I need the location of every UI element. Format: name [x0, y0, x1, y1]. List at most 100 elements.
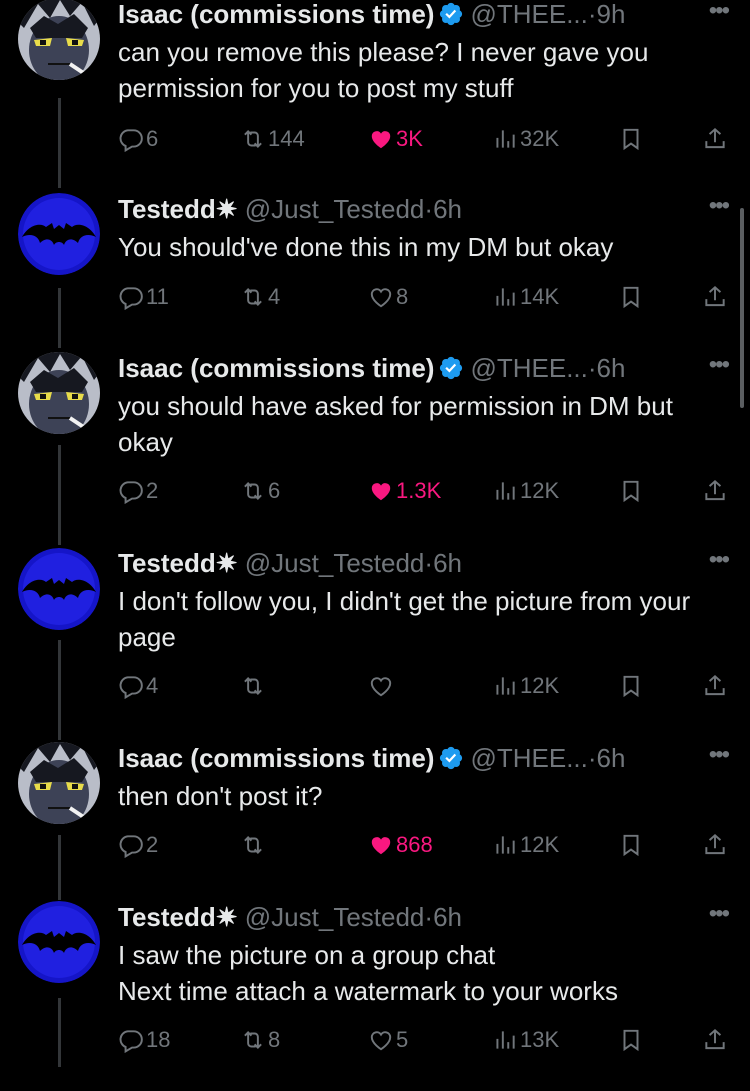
- tweet-actions: 11 4 8 14K: [118, 280, 728, 314]
- views-button[interactable]: 12K: [492, 828, 559, 862]
- share-button[interactable]: [702, 669, 730, 703]
- heart-filled-icon: [368, 126, 396, 152]
- share-button[interactable]: [702, 122, 730, 156]
- author-handle[interactable]: @Just_Testedd: [245, 902, 425, 932]
- like-count: 3K: [396, 126, 423, 151]
- tweet[interactable]: Testedd✷ @Just_Testedd·6h ••• I don't foll…: [0, 547, 750, 737]
- tweet[interactable]: Isaac (commissions time) @THEE...·6h ••• yo…: [0, 352, 750, 542]
- retweet-count: 6: [268, 478, 281, 503]
- avatar[interactable]: [18, 548, 100, 630]
- reply-count: 2: [146, 478, 159, 503]
- views-button[interactable]: 12K: [492, 474, 559, 508]
- reply-count: 11: [146, 284, 169, 309]
- reply-count: 6: [146, 126, 159, 151]
- avatar[interactable]: [18, 901, 100, 983]
- tweet-text: can you remove this please? I never gave…: [118, 37, 649, 103]
- reply-button[interactable]: 2: [118, 828, 158, 862]
- retweet-button[interactable]: [240, 669, 268, 703]
- retweet-icon: [240, 832, 268, 858]
- scrollbar[interactable]: [740, 208, 744, 408]
- share-button[interactable]: [702, 280, 730, 314]
- bookmark-icon: [618, 478, 646, 504]
- author-name[interactable]: Isaac (commissions time): [118, 0, 434, 29]
- timestamp[interactable]: 6h: [433, 548, 462, 578]
- heart-filled-icon: [368, 478, 396, 504]
- more-options-icon[interactable]: •••: [709, 0, 730, 24]
- views-button[interactable]: 12K: [492, 669, 559, 703]
- tweet-actions: 4 12K: [118, 669, 728, 703]
- author-handle[interactable]: @THEE...: [470, 0, 587, 29]
- bookmark-button[interactable]: [618, 122, 646, 156]
- author-handle[interactable]: @Just_Testedd: [245, 194, 425, 224]
- avatar[interactable]: [18, 352, 100, 434]
- timestamp[interactable]: 6h: [597, 353, 626, 383]
- tweet-actions: 2 6 1.3K 12K: [118, 474, 728, 508]
- reply-button[interactable]: 11: [118, 280, 169, 314]
- author-handle[interactable]: @THEE...: [470, 743, 587, 773]
- author-handle[interactable]: @THEE...: [470, 353, 587, 383]
- author-name[interactable]: Testedd✷: [118, 194, 238, 224]
- share-button[interactable]: [702, 828, 730, 862]
- author-name[interactable]: Testedd✷: [118, 548, 238, 578]
- retweet-icon: [240, 1027, 268, 1053]
- reply-icon: [118, 284, 146, 310]
- like-button[interactable]: [368, 669, 396, 703]
- bookmark-button[interactable]: [618, 1023, 646, 1057]
- views-count: 12K: [520, 673, 560, 698]
- views-icon: [492, 832, 520, 858]
- share-icon: [702, 126, 730, 152]
- tweet-header: Testedd✷ @Just_Testedd·6h: [118, 193, 462, 225]
- timestamp[interactable]: 6h: [433, 902, 462, 932]
- separator-dot: ·: [424, 902, 434, 932]
- bookmark-button[interactable]: [618, 474, 646, 508]
- avatar[interactable]: [18, 742, 100, 824]
- timestamp[interactable]: 9h: [597, 0, 626, 29]
- author-name[interactable]: Isaac (commissions time): [118, 353, 434, 383]
- more-options-icon[interactable]: •••: [709, 742, 730, 768]
- share-button[interactable]: [702, 1023, 730, 1057]
- more-options-icon[interactable]: •••: [709, 901, 730, 927]
- author-name[interactable]: Isaac (commissions time): [118, 743, 434, 773]
- reply-count: 18: [146, 1027, 171, 1052]
- views-button[interactable]: 14K: [492, 280, 559, 314]
- bookmark-button[interactable]: [618, 669, 646, 703]
- tweet-header: Isaac (commissions time) @THEE...·6h: [118, 742, 625, 774]
- reply-button[interactable]: 2: [118, 474, 158, 508]
- views-button[interactable]: 32K: [492, 122, 559, 156]
- views-button[interactable]: 13K: [492, 1023, 559, 1057]
- more-options-icon[interactable]: •••: [709, 193, 730, 219]
- bookmark-icon: [618, 126, 646, 152]
- tweet-header: Isaac (commissions time) @THEE...·9h: [118, 0, 625, 30]
- reply-button[interactable]: 6: [118, 122, 158, 156]
- tweet[interactable]: Testedd✷ @Just_Testedd·6h ••• I saw the pi…: [0, 901, 750, 1091]
- separator-dot: ·: [587, 0, 597, 29]
- like-button[interactable]: 1.3K: [368, 474, 441, 508]
- more-options-icon[interactable]: •••: [709, 547, 730, 573]
- retweet-button[interactable]: [240, 828, 268, 862]
- avatar[interactable]: [18, 0, 100, 80]
- tweet[interactable]: Isaac (commissions time) @THEE...·9h ••• ca…: [0, 0, 750, 188]
- reply-button[interactable]: 18: [118, 1023, 170, 1057]
- bookmark-button[interactable]: [618, 828, 646, 862]
- reply-button[interactable]: 4: [118, 669, 158, 703]
- views-count: 12K: [520, 832, 560, 857]
- more-options-icon[interactable]: •••: [709, 352, 730, 378]
- like-button[interactable]: 8: [368, 280, 408, 314]
- retweet-button[interactable]: 8: [240, 1023, 280, 1057]
- author-name[interactable]: Testedd✷: [118, 902, 238, 932]
- author-handle[interactable]: @Just_Testedd: [245, 548, 425, 578]
- retweet-button[interactable]: 6: [240, 474, 280, 508]
- like-button[interactable]: 868: [368, 828, 433, 862]
- timestamp[interactable]: 6h: [433, 194, 462, 224]
- timestamp[interactable]: 6h: [597, 743, 626, 773]
- retweet-count: 144: [268, 126, 305, 151]
- like-button[interactable]: 3K: [368, 122, 423, 156]
- like-button[interactable]: 5: [368, 1023, 408, 1057]
- share-button[interactable]: [702, 474, 730, 508]
- retweet-icon: [240, 284, 268, 310]
- bookmark-button[interactable]: [618, 280, 646, 314]
- avatar[interactable]: [18, 193, 100, 275]
- views-icon: [492, 673, 520, 699]
- retweet-button[interactable]: 144: [240, 122, 305, 156]
- retweet-button[interactable]: 4: [240, 280, 280, 314]
